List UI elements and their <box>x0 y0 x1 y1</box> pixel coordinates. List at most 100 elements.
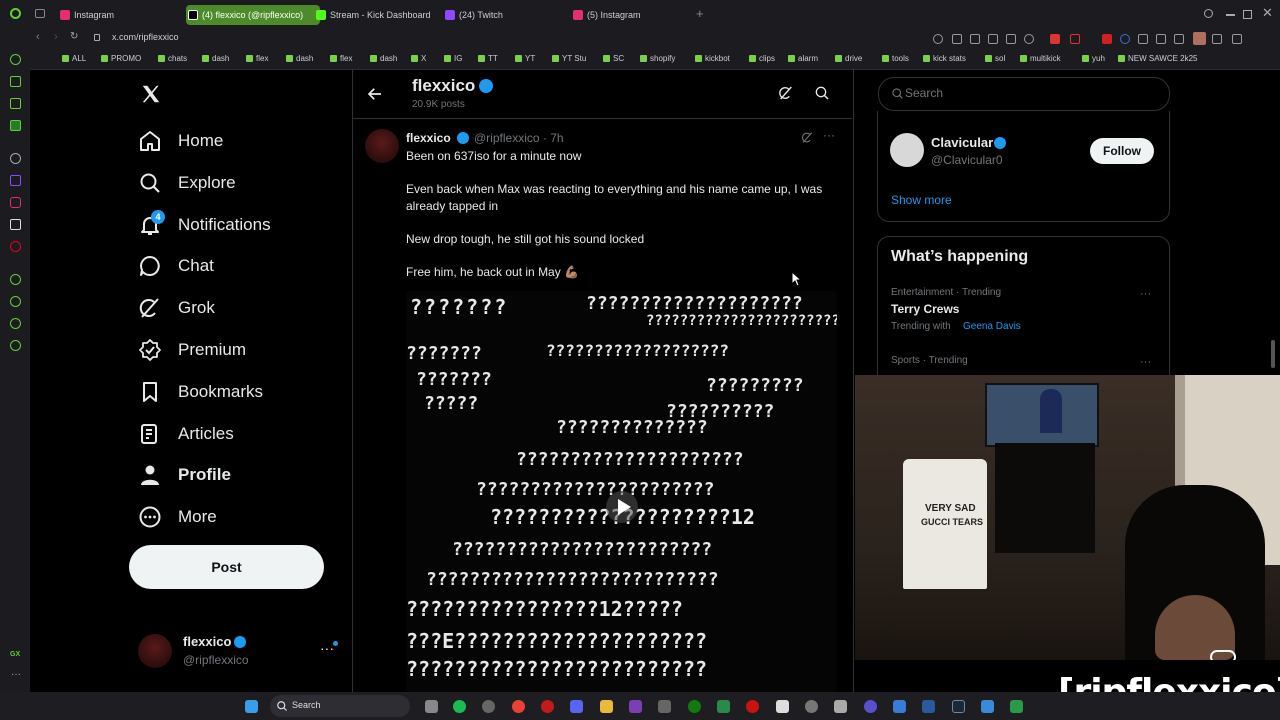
extension-2-icon[interactable] <box>1070 34 1080 44</box>
bookmark-item[interactable]: dash <box>370 52 397 66</box>
sidebar-instagram-icon[interactable] <box>10 197 21 208</box>
bookmark-item[interactable]: drive <box>835 52 862 66</box>
xbox-icon[interactable] <box>688 700 701 713</box>
more-dots-icon[interactable]: ··· <box>823 128 835 142</box>
app-icon[interactable] <box>717 700 730 713</box>
new-tab-icon[interactable]: + <box>696 6 704 21</box>
account-switcher[interactable]: flexxico @ripflexxico ··· <box>138 632 343 672</box>
forward-icon[interactable]: › <box>54 31 58 43</box>
easy-setup-icon[interactable] <box>1232 34 1242 44</box>
app-icon[interactable] <box>776 700 789 713</box>
sidebar-twitch-icon[interactable] <box>10 175 21 186</box>
sidebar-settings-icon[interactable] <box>10 340 21 351</box>
avatar[interactable] <box>365 129 399 163</box>
trend-title[interactable]: Terry Crews <box>891 302 959 316</box>
minimize-icon[interactable] <box>1226 14 1235 16</box>
play-button-icon[interactable] <box>606 491 638 523</box>
spotify-icon[interactable] <box>453 700 466 713</box>
bookmark-item[interactable]: NEW SAWCE 2k25 <box>1118 52 1198 66</box>
bookmark-item[interactable]: dash <box>286 52 313 66</box>
grok-icon[interactable] <box>778 85 794 101</box>
nav-more[interactable]: More <box>138 499 217 535</box>
nav-explore[interactable]: Explore <box>138 165 236 201</box>
bookmark-item[interactable]: alarm <box>788 52 818 66</box>
bookmark-item[interactable]: chats <box>158 52 187 66</box>
play-icon[interactable] <box>1006 34 1016 44</box>
bookmark-item[interactable]: shopify <box>640 52 675 66</box>
nav-articles[interactable]: Articles <box>138 416 234 452</box>
search-icon[interactable] <box>814 85 830 101</box>
nav-bookmarks[interactable]: Bookmarks <box>138 374 263 410</box>
opera-icon[interactable] <box>541 700 554 713</box>
sidebar-workspace-icon[interactable] <box>10 76 21 87</box>
app-icon[interactable] <box>658 700 671 713</box>
bookmark-item[interactable]: dash <box>202 52 229 66</box>
search-tabs-icon[interactable] <box>1204 9 1213 18</box>
app-icon[interactable] <box>1010 700 1023 713</box>
bookmark-item[interactable]: flex <box>246 52 268 66</box>
post-button[interactable]: Post <box>129 545 324 589</box>
nav-chat[interactable]: Chat <box>138 248 214 284</box>
notepad-icon[interactable] <box>893 700 906 713</box>
bookmark-item[interactable]: flex <box>330 52 352 66</box>
nav-profile[interactable]: Profile <box>138 457 231 493</box>
sidebar-messenger-icon[interactable] <box>10 120 21 131</box>
bookmark-item[interactable]: ALL <box>62 52 86 66</box>
extension-5-icon[interactable] <box>1138 34 1148 44</box>
app-icon[interactable] <box>482 700 495 713</box>
bookmark-item[interactable]: kick stats <box>923 52 966 66</box>
nav-premium[interactable]: Premium <box>138 332 246 368</box>
tab-x-profile[interactable]: (4) flexxico (@ripflexxico) <box>186 5 320 25</box>
extension-3-icon[interactable] <box>1102 34 1112 44</box>
show-more-link[interactable]: Show more <box>891 193 952 207</box>
snapshot-icon[interactable] <box>1024 34 1034 44</box>
menu-icon[interactable] <box>1260 34 1270 44</box>
bookmark-item[interactable]: kickbot <box>695 52 730 66</box>
follow-button[interactable]: Follow <box>1090 138 1154 164</box>
maximize-icon[interactable] <box>1243 10 1252 19</box>
chrome-icon[interactable] <box>512 700 525 713</box>
download-icon[interactable] <box>1212 34 1222 44</box>
search-input[interactable]: Search <box>878 77 1170 111</box>
bookmark-item[interactable]: tools <box>882 52 909 66</box>
sidebar-extensions-icon[interactable] <box>10 318 21 329</box>
bookmark-item[interactable]: yuh <box>1082 52 1105 66</box>
app-icon[interactable] <box>981 700 994 713</box>
steam-icon[interactable] <box>952 700 965 713</box>
sidebar-aria-icon[interactable] <box>10 54 21 65</box>
sidebar-chatgpt-icon[interactable] <box>10 153 21 164</box>
tweet-handle-time[interactable]: @ripflexxico · 7h <box>474 131 564 145</box>
sidebar-gx-icon[interactable]: GX <box>10 651 20 658</box>
bookmark-item[interactable]: YT <box>515 52 535 66</box>
file-explorer-icon[interactable] <box>425 700 438 713</box>
bookmark-item[interactable]: X <box>411 52 426 66</box>
back-arrow-icon[interactable] <box>366 85 384 103</box>
nav-grok[interactable]: Grok <box>138 290 215 326</box>
sidebar-clock-icon[interactable] <box>10 296 21 307</box>
bookmark-item[interactable]: PROMO <box>101 52 141 66</box>
tweet-video[interactable]: ??????? ???????????????????? ???????????… <box>406 291 837 692</box>
bookmark-item[interactable]: IG <box>444 52 462 66</box>
taskbar-search[interactable]: Search <box>270 695 410 717</box>
more-dots-icon[interactable]: ··· <box>1140 288 1151 300</box>
app-icon[interactable] <box>922 700 935 713</box>
tab-instagram[interactable]: Instagram <box>58 5 194 25</box>
app-icon[interactable] <box>864 700 877 713</box>
extension-1-icon[interactable] <box>1050 34 1060 44</box>
app-icon[interactable] <box>834 700 847 713</box>
bookmark-star-icon[interactable] <box>970 34 980 44</box>
tab-instagram-2[interactable]: (5) Instagram <box>571 5 707 25</box>
more-dots-icon[interactable]: ··· <box>320 640 334 656</box>
bookmark-item[interactable]: multikick <box>1020 52 1061 66</box>
bookmark-item[interactable]: YT Stu <box>552 52 586 66</box>
extension-6-icon[interactable] <box>1156 34 1166 44</box>
sidebar-pinterest-icon[interactable] <box>10 241 21 252</box>
trend-with-link[interactable]: Geena Davis <box>963 321 1021 332</box>
sidebar-history-icon[interactable] <box>10 274 21 285</box>
tab-kick-dashboard[interactable]: Stream - Kick Dashboard <box>314 5 450 25</box>
sidebar-more-icon[interactable]: ··· <box>11 669 21 680</box>
reload-icon[interactable]: ↻ <box>70 31 78 42</box>
close-icon[interactable]: ✕ <box>1262 5 1273 21</box>
grok-icon[interactable] <box>801 131 814 144</box>
bookmark-item[interactable]: sol <box>985 52 1005 66</box>
